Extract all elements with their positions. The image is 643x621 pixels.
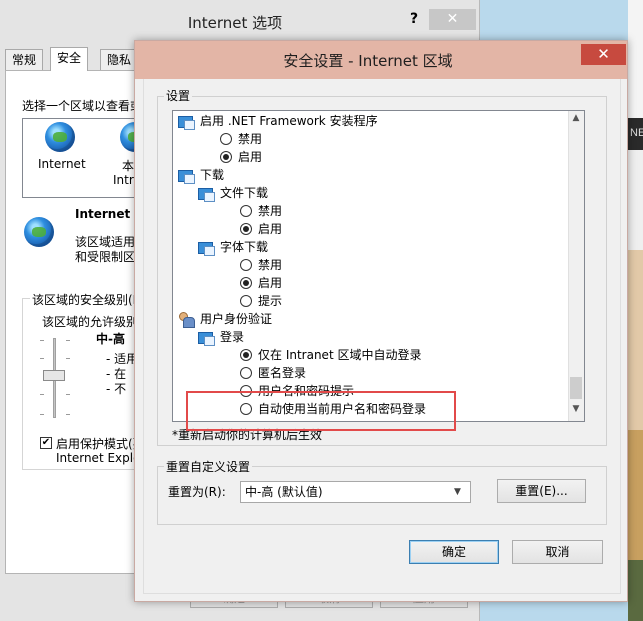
- zone-description-line: 和受限制区: [75, 250, 136, 264]
- highlight-box: [186, 391, 456, 431]
- reset-to-label: 重置为(R):: [168, 485, 226, 499]
- tab-security[interactable]: 安全: [50, 47, 89, 71]
- slider-tick: [66, 340, 70, 341]
- tab-privacy[interactable]: 隐私: [100, 49, 139, 70]
- setting-label: 下载: [200, 168, 225, 182]
- setting-label: 登录: [220, 330, 245, 344]
- zone-internet-label[interactable]: Internet: [38, 157, 86, 171]
- setting-label: 用户身份验证: [200, 312, 273, 326]
- scroll-up-arrow-icon[interactable]: ▲: [568, 113, 584, 123]
- settings-folder-icon: [178, 168, 195, 184]
- security-level-bullet: - 不: [106, 382, 127, 396]
- setting-label[interactable]: 禁用: [238, 130, 262, 148]
- desktop-background: [628, 0, 643, 621]
- reset-group-label: 重置自定义设置: [164, 458, 253, 475]
- scroll-down-arrow-icon[interactable]: ▼: [568, 404, 584, 414]
- radio-selected-icon[interactable]: [240, 223, 252, 235]
- slider-tick: [66, 358, 70, 359]
- dialog-close-button[interactable]: ✕: [581, 44, 626, 65]
- slider-tick: [40, 340, 44, 341]
- cancel-button[interactable]: 取消: [512, 540, 603, 564]
- internet-options-close-button[interactable]: ✕: [429, 9, 476, 30]
- protected-mode-checkbox[interactable]: ✔: [40, 437, 52, 449]
- scrollbar-thumb[interactable]: [570, 377, 582, 399]
- radio-icon[interactable]: [240, 295, 252, 307]
- radio-selected-icon[interactable]: [220, 151, 232, 163]
- chevron-down-icon[interactable]: ▼: [454, 481, 461, 503]
- settings-folder-icon: [198, 240, 215, 256]
- reset-button[interactable]: 重置(E)...: [497, 479, 586, 503]
- help-button[interactable]: ?: [410, 11, 418, 27]
- settings-scrollbar[interactable]: [568, 111, 584, 421]
- slider-tick: [66, 394, 70, 395]
- zone-prompt: 选择一个区域以查看或: [22, 99, 143, 113]
- radio-icon[interactable]: [240, 367, 252, 379]
- security-level-name: 中-高: [96, 332, 125, 346]
- globe-icon: [24, 217, 54, 247]
- setting-label[interactable]: 仅在 Intranet 区域中自动登录: [258, 346, 421, 364]
- setting-label[interactable]: 启用: [258, 274, 282, 292]
- globe-icon[interactable]: [45, 122, 75, 152]
- settings-folder-icon: [198, 186, 215, 202]
- setting-label[interactable]: 提示: [258, 292, 282, 310]
- settings-folder-icon: [178, 114, 195, 130]
- reset-level-select[interactable]: 中-高 (默认值): [240, 481, 471, 503]
- radio-icon[interactable]: [220, 133, 232, 145]
- settings-folder-icon: [198, 330, 215, 346]
- setting-label[interactable]: 启用: [238, 148, 262, 166]
- setting-label: 字体下载: [220, 240, 269, 254]
- allowed-levels-label: 该区域的允许级别: [42, 315, 139, 329]
- protected-mode-label[interactable]: 启用保护模式(要: [56, 435, 145, 452]
- internet-options-title: Internet 选项: [187, 14, 283, 32]
- dialog-title: 安全设置 - Internet 区域: [283, 52, 453, 70]
- security-level-slider-thumb[interactable]: [43, 370, 65, 381]
- radio-icon[interactable]: [240, 205, 252, 217]
- tab-general[interactable]: 常规: [5, 49, 44, 70]
- users-icon: [178, 312, 195, 328]
- setting-label[interactable]: 禁用: [258, 256, 282, 274]
- slider-tick: [40, 358, 44, 359]
- security-level-group-label: 该区域的安全级别(L: [30, 291, 142, 308]
- background-text: NE: [630, 127, 643, 139]
- zone-local-label[interactable]: 本: [122, 157, 134, 174]
- ok-button[interactable]: 确定: [409, 540, 499, 564]
- setting-label[interactable]: 禁用: [258, 202, 282, 220]
- setting-label: 启用 .NET Framework 安装程序: [200, 114, 378, 128]
- settings-group-label: 设置: [164, 87, 193, 104]
- zone-local-label-2[interactable]: Intr: [113, 173, 134, 187]
- settings-tree-list[interactable]: [172, 110, 585, 422]
- protected-mode-label-2: Internet Explo: [56, 451, 141, 465]
- setting-label[interactable]: 启用: [258, 220, 282, 238]
- slider-tick: [66, 414, 70, 415]
- radio-icon[interactable]: [240, 259, 252, 271]
- slider-tick: [40, 414, 44, 415]
- zone-description-title: Internet: [75, 207, 131, 221]
- setting-label: 文件下载: [220, 186, 269, 200]
- setting-label[interactable]: 匿名登录: [258, 364, 306, 382]
- radio-selected-icon[interactable]: [240, 277, 252, 289]
- radio-selected-icon[interactable]: [240, 349, 252, 361]
- slider-tick: [40, 394, 44, 395]
